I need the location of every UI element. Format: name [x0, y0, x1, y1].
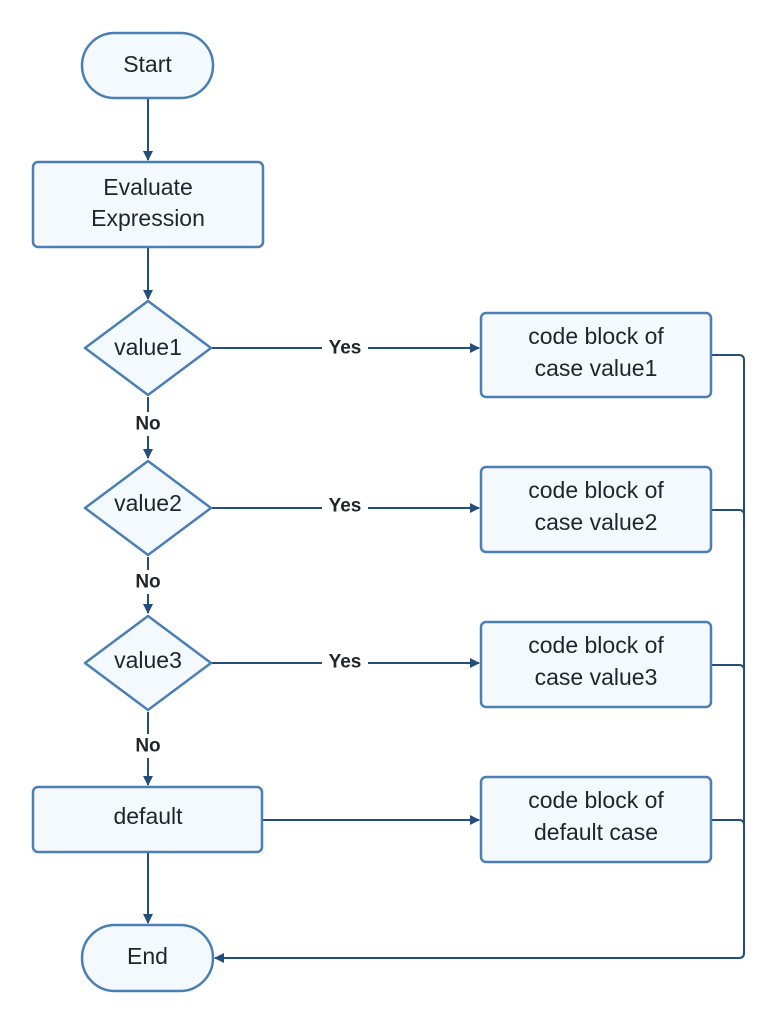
node-value3[interactable]: value3	[83, 614, 213, 712]
node-start[interactable]: Start	[80, 31, 215, 100]
node-end[interactable]: End	[80, 923, 215, 993]
node-case3-label-line1: code block of	[528, 632, 664, 658]
node-case1-label-line2: case value1	[535, 355, 658, 381]
node-case-default-label-line1: code block of	[528, 787, 664, 813]
edge-case2-bus	[711, 509, 745, 516]
edge-case-default-bus	[711, 819, 745, 826]
node-end-label: End	[127, 943, 168, 969]
node-case-default[interactable]: code block of default case	[479, 775, 713, 864]
edge-case1-bus	[711, 354, 745, 361]
no-label-value2: No	[135, 572, 160, 593]
node-value2[interactable]: value2	[83, 459, 213, 557]
flowchart-canvas: Yes No Yes No Yes No Start Evaluate Expr…	[31, 31, 745, 993]
no-label-value3: No	[135, 736, 160, 757]
yes-label-value1: Yes	[329, 338, 362, 359]
node-evaluate-label-line1: Evaluate	[103, 174, 193, 200]
node-evaluate[interactable]: Evaluate Expression	[31, 160, 265, 249]
node-case-default-label-line2: default case	[534, 819, 658, 845]
node-value3-label: value3	[114, 647, 182, 673]
no-label-value1: No	[135, 414, 160, 435]
node-case1-label-line1: code block of	[528, 323, 664, 349]
node-case2[interactable]: code block of case value2	[479, 465, 713, 554]
node-value1[interactable]: value1	[83, 299, 213, 397]
node-case3-label-line2: case value3	[535, 664, 658, 690]
node-value1-label: value1	[114, 334, 182, 360]
node-case2-label-line1: code block of	[528, 477, 664, 503]
node-case1[interactable]: code block of case value1	[479, 311, 713, 399]
node-default[interactable]: default	[31, 785, 264, 854]
node-start-label: Start	[123, 51, 172, 77]
node-default-label: default	[113, 803, 183, 829]
yes-label-value2: Yes	[329, 496, 362, 517]
node-case3[interactable]: code block of case value3	[479, 620, 713, 709]
node-case2-label-line2: case value2	[535, 509, 658, 535]
edge-case3-bus	[711, 664, 745, 671]
node-value2-label: value2	[114, 490, 182, 516]
node-evaluate-label-line2: Expression	[91, 205, 205, 231]
yes-label-value3: Yes	[329, 652, 362, 673]
